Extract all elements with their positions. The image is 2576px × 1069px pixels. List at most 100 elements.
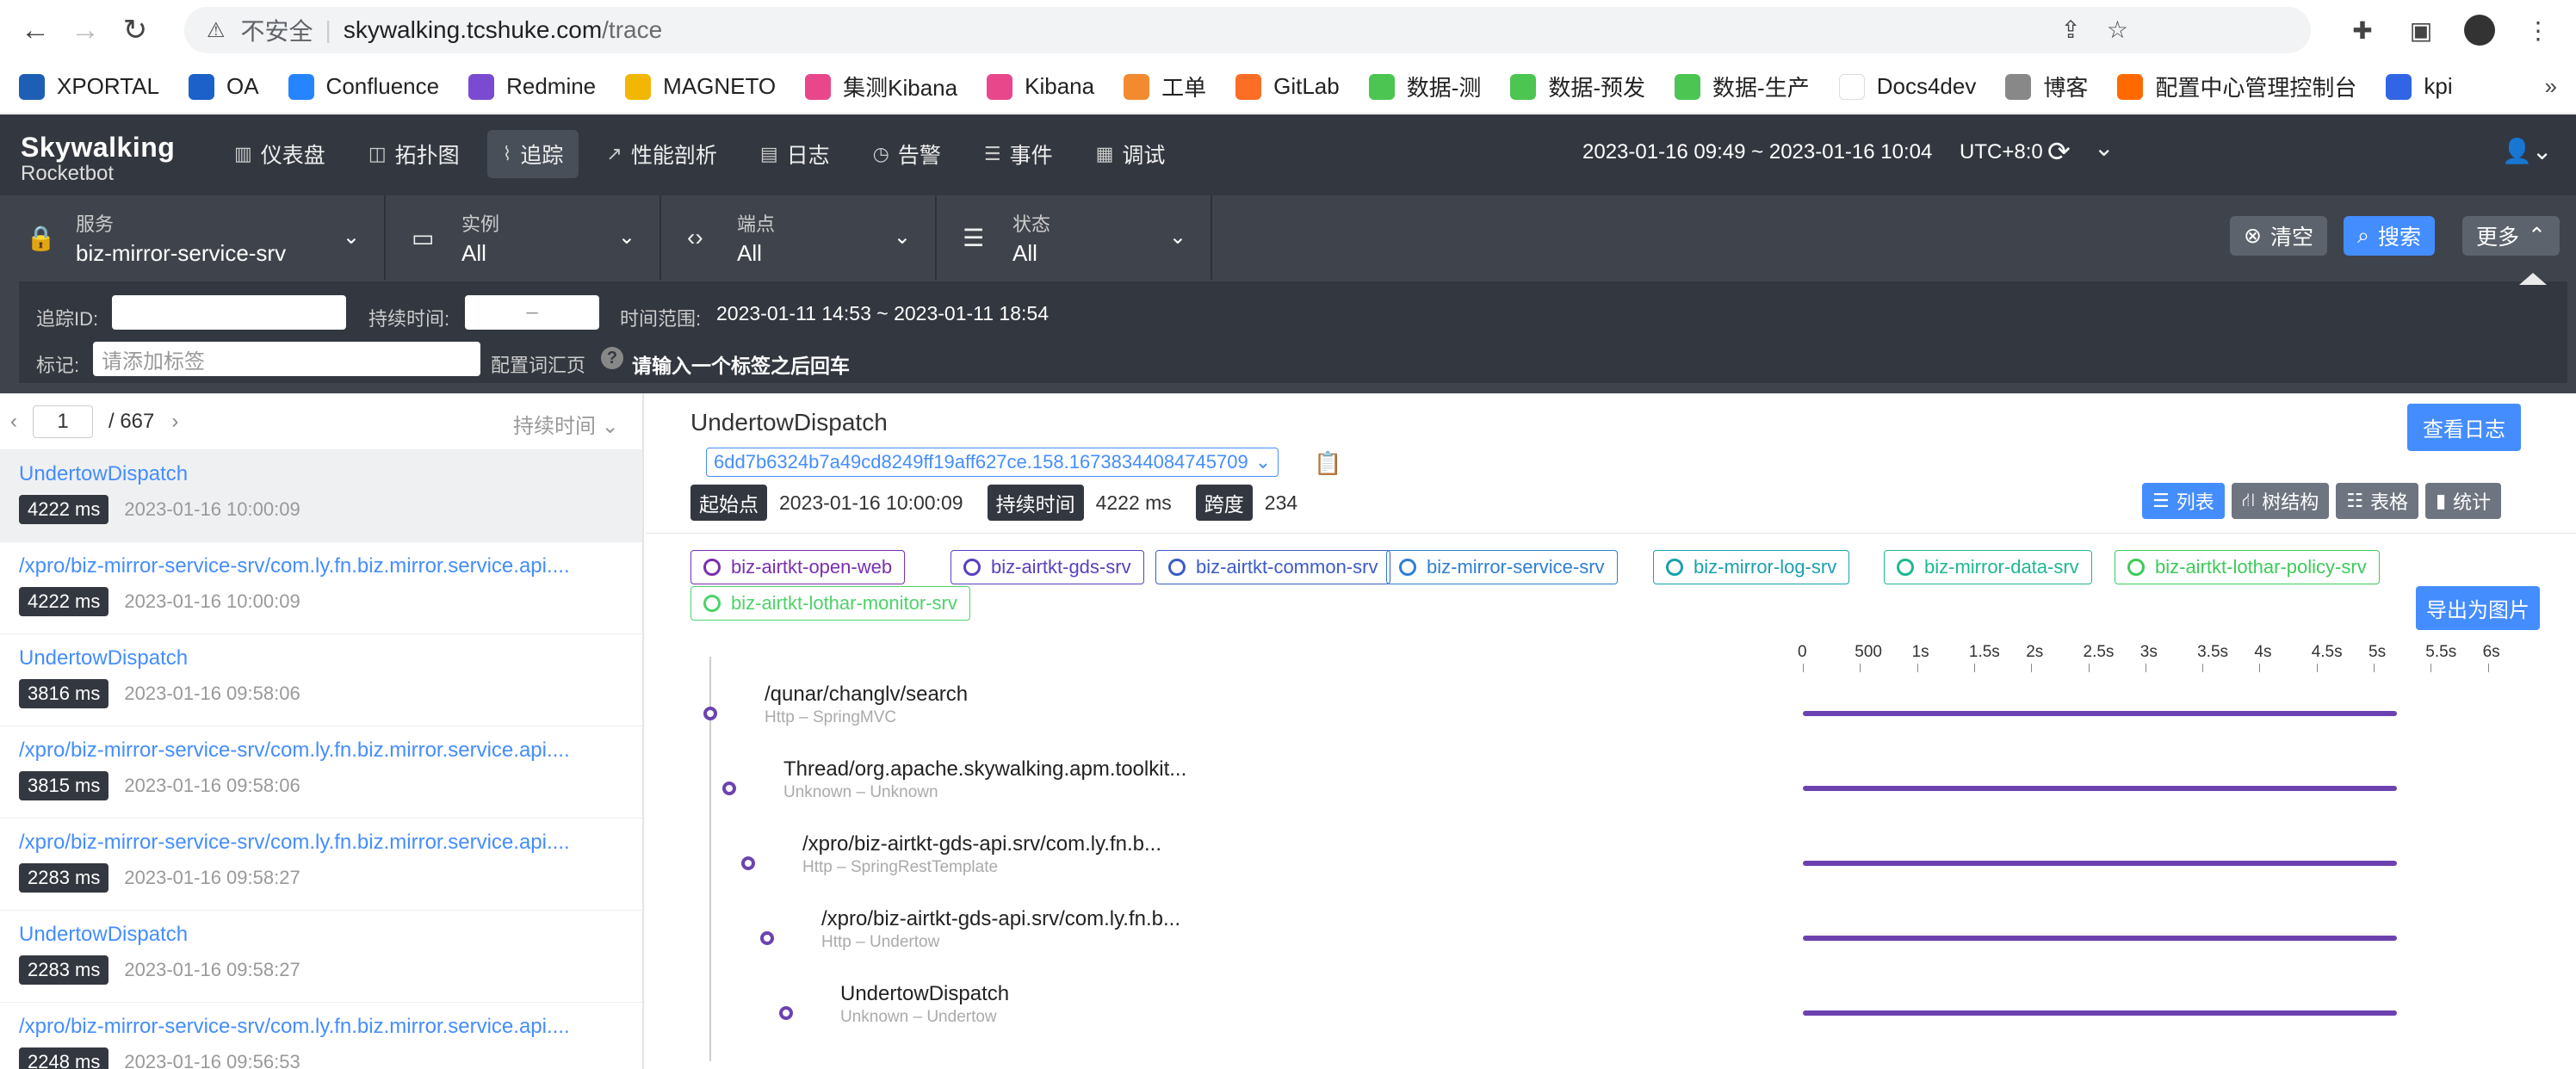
address-bar[interactable]: ⚠ 不安全 | skywalking.tcshuke.com/trace [184, 7, 2311, 53]
trace-list-item[interactable]: UndertowDispatch 2283 ms 2023-01-16 09:58:… [0, 911, 642, 1003]
service-tag[interactable]: biz-mirror-service-srv [1386, 550, 1618, 584]
prev-page-icon[interactable]: ‹ [10, 410, 17, 434]
bookmark-item[interactable]: 数据-生产 [1675, 71, 1810, 102]
trace-list-item[interactable]: /xpro/biz-mirror-service-srv/com.ly.fn.b… [0, 819, 642, 911]
extensions-icon[interactable]: ✚ [2345, 13, 2380, 47]
bookmark-item[interactable]: MAGNETO [625, 73, 776, 100]
export-image-button[interactable]: 导出为图片 [2416, 586, 2540, 630]
more-button[interactable]: 更多 ⌃ [2462, 216, 2560, 256]
trace-list-item[interactable]: /xpro/biz-mirror-service-srv/com.ly.fn.b… [0, 1003, 642, 1069]
menu-item[interactable]: ⌇ 追踪 [486, 130, 579, 178]
service-tag[interactable]: biz-mirror-data-srv [1884, 550, 2092, 584]
trace-id-select[interactable]: 6dd7b6324b7a49cd8249ff19aff627ce.158.167… [706, 448, 1279, 477]
list-view-button[interactable]: ☰ 列表 [2142, 483, 2225, 519]
menu-item[interactable]: ☰ 事件 [969, 130, 1068, 178]
search-button[interactable]: ⌕ 搜索 [2344, 216, 2436, 256]
bookmark-item[interactable]: XPORTAL [19, 73, 159, 100]
tag-input[interactable]: 请添加标签 [93, 342, 480, 376]
span-node[interactable] [779, 1006, 793, 1020]
bookmarks-overflow-icon[interactable]: » [2545, 73, 2557, 100]
copy-icon[interactable]: 📋 [1314, 450, 1341, 477]
view-log-button[interactable]: 查看日志 [2407, 404, 2521, 451]
service-tag[interactable]: biz-airtkt-common-srv [1155, 550, 1391, 584]
back-icon[interactable]: ← [10, 5, 60, 55]
span-name[interactable]: UndertowDispatch [840, 982, 1009, 1006]
span-name[interactable]: /xpro/biz-airtkt-gds-api.srv/com.ly.fn.b… [802, 832, 1161, 856]
menu-item-label: 日志 [786, 144, 830, 168]
span-name[interactable]: /qunar/changlv/search [765, 683, 968, 707]
bookmark-item[interactable]: 数据-预发 [1510, 71, 1645, 102]
service-selector[interactable]: 🔒 服务 biz-mirror-service-srv ⌄ [0, 195, 386, 280]
sidepanel-icon[interactable]: ▣ [2404, 13, 2438, 47]
menu-item[interactable]: ▥ 仪表盘 [219, 130, 341, 178]
span-name[interactable]: /xpro/biz-airtkt-gds-api.srv/com.ly.fn.b… [821, 907, 1180, 931]
trace-list-item[interactable]: UndertowDispatch 4222 ms 2023-01-16 10:00:… [0, 450, 642, 542]
refresh-icon[interactable]: ⟳ [2047, 135, 2071, 168]
menu-item[interactable]: ◷ 告警 [858, 130, 957, 178]
trace-list-item[interactable]: UndertowDispatch 3816 ms 2023-01-16 09:58:… [0, 634, 642, 726]
menu-item[interactable]: ↗ 性能剖析 [591, 130, 732, 178]
next-page-icon[interactable]: › [171, 410, 178, 434]
bookmark-item[interactable]: GitLab [1235, 73, 1340, 100]
service-tag[interactable]: biz-mirror-log-srv [1653, 550, 1850, 584]
sort-select[interactable]: 持续时间 ⌄ [513, 409, 619, 439]
instance-selector[interactable]: ▭ 实例 All ⌄ [386, 195, 661, 280]
forward-icon[interactable]: → [60, 5, 110, 55]
span-name[interactable]: Thread/org.apache.skywalking.apm.toolkit… [783, 757, 1186, 782]
bookmark-item[interactable]: kpi [2386, 73, 2453, 100]
menu-item[interactable]: ▤ 日志 [745, 130, 845, 178]
bookmark-item[interactable]: Docs4dev [1838, 73, 1976, 100]
clear-button[interactable]: ⊗ 清空 [2230, 216, 2327, 256]
trace-id-input[interactable] [112, 295, 346, 330]
bookmark-item[interactable]: Confluence [288, 73, 439, 100]
span-duration-bar[interactable] [1803, 786, 2397, 791]
reload-icon[interactable]: ↻ [110, 5, 160, 55]
vocab-link[interactable]: 配置词汇页 [491, 350, 585, 378]
chevron-down-icon: ⌄ [617, 226, 635, 249]
duration-input[interactable]: – [465, 295, 599, 330]
time-range-value[interactable]: 2023-01-11 14:53 ~ 2023-01-11 18:54 [716, 302, 1049, 325]
tree-view-button[interactable]: ⛙ 树结构 [2231, 483, 2330, 519]
span-duration-bar[interactable] [1803, 1010, 2397, 1016]
app-logo[interactable]: Skywalking Rocketbot [21, 132, 175, 186]
service-tag[interactable]: biz-airtkt-lothar-monitor-srv [690, 586, 970, 621]
bookmark-item[interactable]: Kibana [987, 73, 1094, 100]
span-node[interactable] [760, 931, 774, 945]
bookmark-item[interactable]: 配置中心管理控制台 [2117, 71, 2356, 102]
bookmark-item[interactable]: Redmine [468, 73, 596, 100]
stats-view-button[interactable]: ▮ 统计 [2424, 483, 2502, 519]
trace-list-item[interactable]: /xpro/biz-mirror-service-srv/com.ly.fn.b… [0, 726, 642, 819]
bookmark-item[interactable]: 工单 [1124, 71, 1206, 102]
bookmark-item[interactable]: 博客 [2005, 71, 2088, 102]
service-tag[interactable]: biz-airtkt-lothar-policy-srv [2115, 550, 2380, 584]
global-time-range[interactable]: 2023-01-16 09:49 ~ 2023-01-16 10:04 [1582, 140, 1932, 164]
axis-tick-label: 2s [2026, 643, 2044, 661]
chevron-down-icon[interactable]: ⌄ [2094, 133, 2114, 162]
table-view-button[interactable]: ☷ 表格 [2336, 483, 2418, 519]
span-node[interactable] [703, 707, 717, 720]
browser-menu-icon[interactable]: ⋮ [2521, 13, 2555, 47]
help-icon[interactable]: ? [601, 347, 623, 369]
user-icon[interactable]: 👤⌄ [2502, 137, 2552, 165]
status-selector[interactable]: ☰ 状态 All ⌄ [937, 195, 1212, 280]
span-duration-bar[interactable] [1803, 711, 2397, 716]
service-tag[interactable]: biz-airtkt-open-web [690, 550, 906, 584]
endpoint-selector[interactable]: ‹› 端点 All ⌄ [661, 195, 937, 280]
span-duration-bar[interactable] [1803, 936, 2397, 941]
span-duration-bar[interactable] [1803, 861, 2397, 866]
profile-icon[interactable] [2462, 13, 2497, 47]
span-node[interactable] [722, 782, 736, 795]
bookmark-item[interactable]: OA [188, 73, 259, 100]
bookmark-label: kpi [2424, 73, 2453, 99]
menu-item[interactable]: ◫ 拓扑图 [353, 130, 475, 178]
page-input[interactable]: 1 [33, 405, 93, 438]
span-node[interactable] [741, 856, 755, 870]
bookmark-item[interactable]: 数据-测 [1368, 71, 1481, 102]
service-tag[interactable]: biz-airtkt-gds-srv [951, 550, 1144, 584]
trace-list-item[interactable]: /xpro/biz-mirror-service-srv/com.ly.fn.b… [0, 542, 642, 634]
bookmark-item[interactable]: 集测Kibana [805, 71, 957, 102]
share-icon[interactable]: ⇪ [2060, 15, 2080, 44]
menu-item[interactable]: ▦ 调试 [1081, 130, 1181, 178]
bookmark-star-icon[interactable]: ☆ [2107, 15, 2128, 44]
duration-badge: 4222 ms [19, 587, 109, 616]
